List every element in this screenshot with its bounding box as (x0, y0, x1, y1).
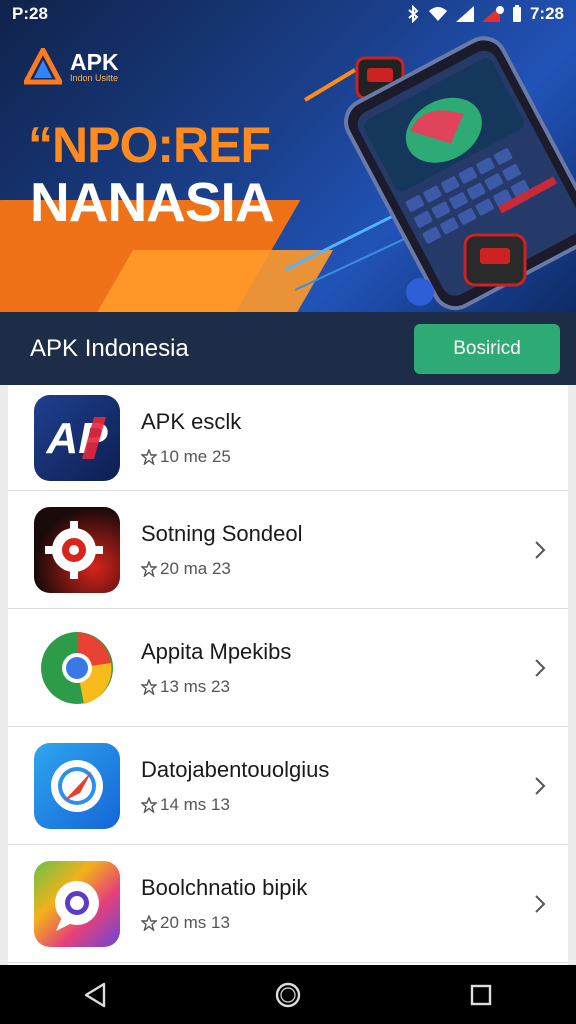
app-list: AP APK esclk 10 me 25 Sotning Sondeol 20… (8, 385, 568, 965)
apk-logo: APK Indon Usitte (24, 48, 119, 86)
list-item[interactable]: AP APK esclk 10 me 25 (8, 385, 568, 491)
chevron-right-icon (535, 776, 546, 795)
signal-icon (481, 6, 504, 22)
system-navigation-bar (0, 965, 576, 1024)
app-header: APK Indonesia Bosiricd (0, 312, 576, 385)
app-name: Datojabentouolgius (141, 756, 330, 782)
back-icon[interactable] (83, 982, 107, 1008)
app-meta: 13 ms 23 (160, 676, 230, 696)
list-item[interactable]: Boolchnatio bipik 20 ms 13 (8, 845, 568, 963)
download-button[interactable]: Bosiricd (414, 323, 560, 374)
app-meta: 14 ms 13 (160, 794, 230, 814)
battery-icon (512, 5, 521, 22)
list-item[interactable]: Datojabentouolgius 14 ms 13 (8, 727, 568, 845)
banner-headline: NANASIA (30, 171, 275, 233)
status-clock: 7:28 (529, 4, 564, 23)
gear-icon (34, 506, 120, 593)
banner-headline: “NPO:REF (28, 117, 271, 173)
app-name: APK esclk (141, 408, 242, 434)
home-icon[interactable] (274, 981, 302, 1009)
signal-icon (455, 6, 474, 22)
chrome-icon (34, 624, 120, 711)
app-meta: 10 me 25 (160, 446, 231, 466)
app-name: Sotning Sondeol (141, 520, 303, 546)
star-outline-icon (141, 796, 157, 813)
app-title: APK Indonesia (30, 334, 189, 362)
status-bar: P:28 7:28 (0, 0, 576, 28)
app-meta: 20 ma 23 (160, 558, 231, 578)
wifi-icon (428, 7, 447, 21)
compass-icon (34, 742, 120, 829)
list-item[interactable]: Sotning Sondeol 20 ma 23 (8, 491, 568, 609)
bluetooth-icon (408, 5, 419, 23)
ap-logo-icon: AP (34, 394, 120, 481)
list-item[interactable]: Appita Mpekibs 13 ms 23 (8, 609, 568, 727)
app-name: Appita Mpekibs (141, 638, 292, 664)
recents-icon[interactable] (469, 983, 493, 1007)
logo-subtitle: Indon Usitte (70, 72, 119, 83)
chat-bubble-icon (34, 860, 120, 947)
chevron-right-icon (535, 894, 546, 913)
logo-title: APK (70, 48, 119, 75)
star-outline-icon (141, 678, 157, 695)
star-outline-icon (141, 560, 157, 577)
app-meta: 20 ms 13 (160, 912, 230, 932)
star-outline-icon (141, 448, 157, 465)
status-time: P:28 (12, 4, 48, 23)
promo-banner[interactable]: APK Indon Usitte “NPO:REF NANASIA (0, 0, 576, 312)
apk-triangle-icon (24, 48, 62, 85)
app-name: Boolchnatio bipik (141, 874, 308, 900)
chevron-right-icon (535, 540, 546, 559)
chevron-right-icon (535, 658, 546, 677)
phone-illustration (285, 36, 576, 311)
star-outline-icon (141, 914, 157, 931)
